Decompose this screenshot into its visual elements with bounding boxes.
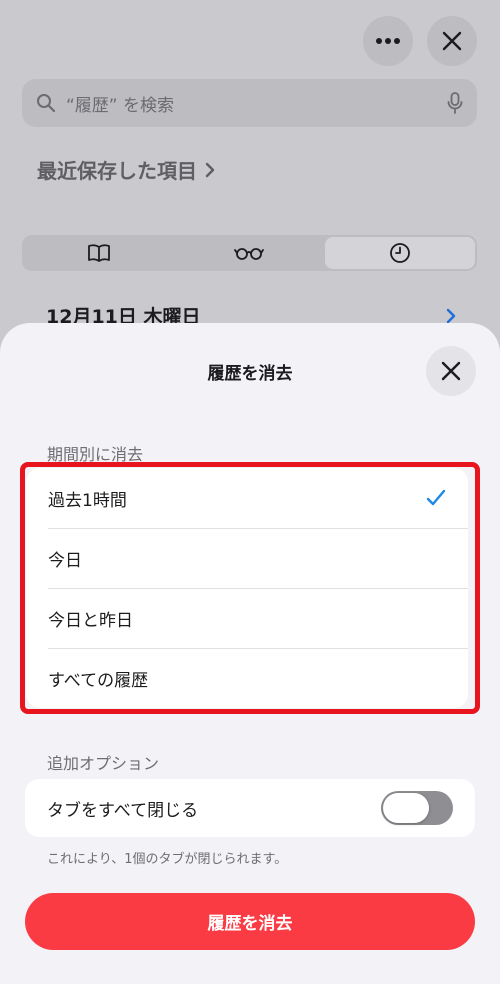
period-option[interactable]: 今日 [26, 528, 468, 588]
history-search-field[interactable]: “履歴” を検索 [22, 79, 477, 127]
period-option-label: すべての履歴 [48, 670, 149, 691]
toggle-knob [383, 793, 429, 823]
period-options-list: 過去1時間 今日 今日と昨日 すべての履歴 [26, 468, 468, 708]
period-option[interactable]: 今日と昨日 [26, 588, 468, 648]
search-placeholder: “履歴” を検索 [66, 95, 175, 116]
book-icon [88, 244, 111, 262]
close-tabs-note: これにより、1個のタブが閉じられます。 [47, 852, 288, 867]
sheet-close-button[interactable] [426, 346, 476, 396]
period-option-label: 過去1時間 [48, 490, 127, 511]
period-section-label: 期間別に消去 [47, 445, 144, 464]
sheet-title: 履歴を消去 [207, 364, 293, 384]
close-icon [441, 361, 461, 381]
close-all-tabs-row: タブをすべて閉じる [25, 779, 475, 837]
library-segmented-control [22, 235, 477, 271]
search-icon [37, 94, 56, 113]
clear-history-button-label: 履歴を消去 [207, 914, 293, 934]
close-all-tabs-toggle[interactable] [381, 791, 453, 825]
recent-saved-link[interactable]: 最近保存した項目 [37, 155, 215, 184]
clock-icon [389, 243, 410, 263]
checkmark-icon [426, 489, 446, 506]
tab-reading-list[interactable] [174, 237, 324, 269]
close-icon [442, 31, 462, 51]
period-option[interactable]: 過去1時間 [26, 468, 468, 528]
chevron-right-icon [446, 308, 456, 323]
more-icon [376, 38, 400, 44]
period-option[interactable]: すべての履歴 [26, 648, 468, 708]
chevron-right-icon [205, 162, 215, 177]
close-history-button[interactable] [427, 16, 477, 66]
period-option-label: 今日 [48, 550, 82, 571]
options-section-label: 追加オプション [47, 754, 160, 773]
more-button[interactable] [363, 16, 413, 66]
recent-saved-label: 最近保存した項目 [37, 159, 197, 183]
tab-bookmarks[interactable] [24, 237, 174, 269]
period-option-label: 今日と昨日 [48, 610, 133, 631]
clear-history-sheet: 履歴を消去 期間別に消去 過去1時間 今日 今日と昨日 すべての履歴 追加オプシ… [0, 323, 500, 984]
glasses-icon [234, 248, 265, 260]
microphone-icon[interactable] [447, 92, 463, 114]
clear-history-button[interactable]: 履歴を消去 [25, 893, 475, 950]
close-all-tabs-label: タブをすべて閉じる [47, 800, 199, 821]
tab-history[interactable] [324, 237, 475, 269]
